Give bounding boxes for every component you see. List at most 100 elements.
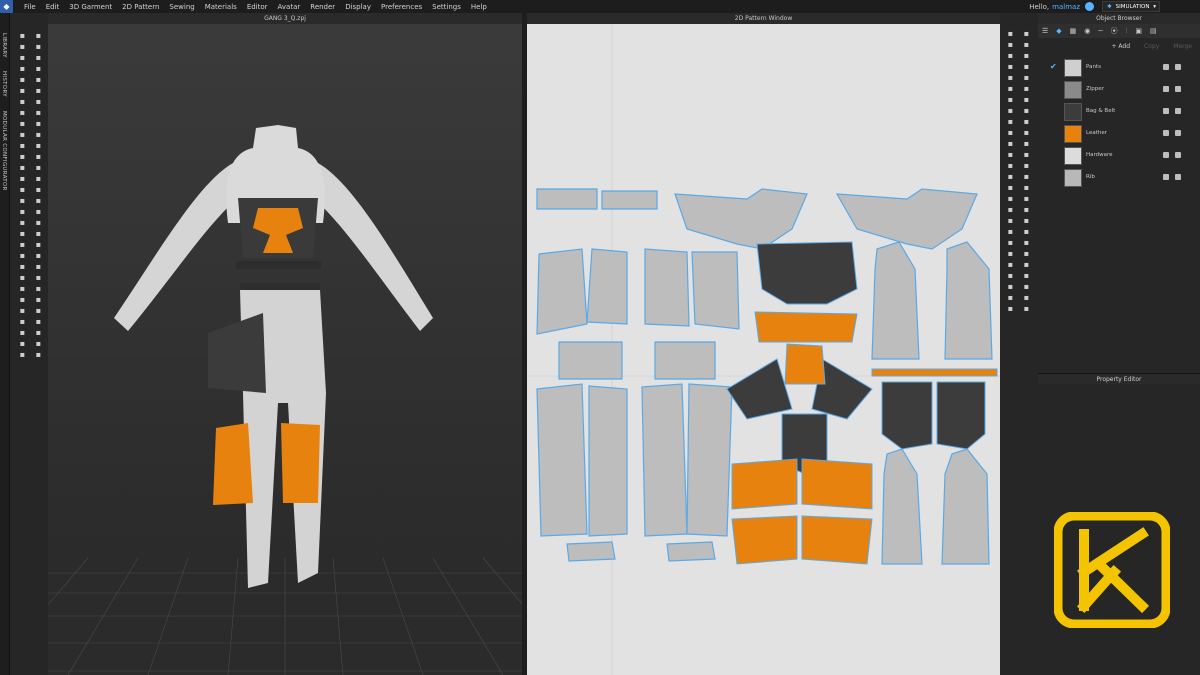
tool-icon[interactable]: ▪ xyxy=(34,284,43,293)
tool-icon[interactable]: ▪ xyxy=(1022,84,1031,93)
tool-icon[interactable]: ▪ xyxy=(34,295,43,304)
tool-icon[interactable]: ▪ xyxy=(1006,51,1015,60)
tool-icon[interactable]: ▪ xyxy=(1006,139,1015,148)
tool-icon[interactable]: ▪ xyxy=(18,42,27,51)
avatar-icon[interactable]: ▣ xyxy=(1135,27,1142,35)
tool-icon[interactable]: ▪ xyxy=(34,306,43,315)
zipper-icon[interactable]: ⫶ xyxy=(1126,27,1128,36)
tool-icon[interactable]: ▪ xyxy=(1006,249,1015,258)
tool-icon[interactable]: ▪ xyxy=(1006,271,1015,280)
tool-icon[interactable]: ▪ xyxy=(1006,260,1015,269)
tool-icon[interactable]: ▪ xyxy=(18,196,27,205)
tool-icon[interactable]: ▪ xyxy=(18,284,27,293)
tool-icon[interactable]: ▪ xyxy=(34,42,43,51)
tool-icon[interactable]: ▪ xyxy=(18,185,27,194)
tool-icon[interactable]: ▪ xyxy=(1022,205,1031,214)
tool-icon[interactable]: ▪ xyxy=(18,317,27,326)
tool-icon[interactable]: ▪ xyxy=(1022,183,1031,192)
tool-icon[interactable]: ▪ xyxy=(1006,194,1015,203)
tool-icon[interactable]: ▪ xyxy=(18,141,27,150)
tool-icon[interactable]: ▪ xyxy=(18,273,27,282)
tool-icon[interactable]: ▪ xyxy=(1006,106,1015,115)
menu-2d-pattern[interactable]: 2D Pattern xyxy=(122,3,159,11)
tool-icon[interactable]: ▪ xyxy=(1022,128,1031,137)
list-item[interactable]: Zipper xyxy=(1038,80,1200,101)
button-icon[interactable]: ◉ xyxy=(1084,27,1090,35)
tool-icon[interactable]: ▪ xyxy=(18,64,27,73)
garment-3d-render[interactable] xyxy=(48,13,522,675)
tool-icon[interactable]: ▪ xyxy=(34,328,43,337)
tool-icon[interactable]: ▪ xyxy=(1006,150,1015,159)
tool-icon[interactable]: ▪ xyxy=(34,119,43,128)
tool-icon[interactable]: ▪ xyxy=(34,339,43,348)
assign-icon[interactable] xyxy=(1163,64,1169,70)
tool-icon[interactable]: ▪ xyxy=(1006,282,1015,291)
assign-icon[interactable] xyxy=(1163,130,1169,136)
tool-icon[interactable]: ▪ xyxy=(1022,62,1031,71)
tool-icon[interactable]: ▪ xyxy=(18,119,27,128)
tool-icon[interactable]: ▪ xyxy=(1022,172,1031,181)
cloud-icon[interactable] xyxy=(1085,2,1094,11)
tool-icon[interactable]: ▪ xyxy=(18,31,27,40)
tool-icon[interactable]: ▪ xyxy=(34,207,43,216)
tool-icon[interactable]: ▪ xyxy=(1022,106,1031,115)
tool-icon[interactable]: ▪ xyxy=(1022,139,1031,148)
tool-icon[interactable]: ▪ xyxy=(18,240,27,249)
tool-icon[interactable]: ▪ xyxy=(1022,29,1031,38)
tab-modular-configurator[interactable]: MODULAR CONFIGURATOR xyxy=(1,111,7,191)
menu-help[interactable]: Help xyxy=(471,3,487,11)
tool-icon[interactable]: ▪ xyxy=(1022,304,1031,313)
tool-icon[interactable]: ▪ xyxy=(18,339,27,348)
list-item[interactable]: ✔ Pants xyxy=(1038,58,1200,79)
tool-icon[interactable]: ▪ xyxy=(1022,95,1031,104)
tool-icon[interactable]: ▪ xyxy=(18,207,27,216)
tool-icon[interactable]: ▪ xyxy=(18,75,27,84)
tool-icon[interactable]: ▪ xyxy=(1022,216,1031,225)
tool-icon[interactable]: ▪ xyxy=(1006,183,1015,192)
fabric-icon[interactable]: ◆ xyxy=(1056,27,1061,35)
tool-icon[interactable]: ▪ xyxy=(34,130,43,139)
tool-icon[interactable]: ▪ xyxy=(1022,194,1031,203)
topstitch-icon[interactable]: ─ xyxy=(1098,27,1102,35)
tab-library[interactable]: LIBRARY xyxy=(1,33,7,58)
app-logo-icon[interactable]: ◆ xyxy=(0,0,13,13)
more-icon[interactable]: ▤ xyxy=(1150,27,1157,35)
tool-icon[interactable]: ▪ xyxy=(18,130,27,139)
tool-icon[interactable]: ▪ xyxy=(1022,293,1031,302)
tool-icon[interactable]: ▪ xyxy=(18,163,27,172)
tool-icon[interactable]: ▪ xyxy=(34,174,43,183)
menu-avatar[interactable]: Avatar xyxy=(278,3,301,11)
tool-icon[interactable]: ▪ xyxy=(1022,150,1031,159)
tool-icon[interactable]: ▪ xyxy=(34,251,43,260)
tool-icon[interactable]: ▪ xyxy=(1006,205,1015,214)
tool-icon[interactable]: ▪ xyxy=(1022,271,1031,280)
tool-icon[interactable]: ▪ xyxy=(18,174,27,183)
tool-icon[interactable]: ▪ xyxy=(34,152,43,161)
tool-icon[interactable]: ▪ xyxy=(34,350,43,359)
list-item[interactable]: Rib xyxy=(1038,168,1200,189)
tool-icon[interactable]: ▪ xyxy=(1022,51,1031,60)
assign-icon[interactable] xyxy=(1163,174,1169,180)
tool-icon[interactable]: ▪ xyxy=(34,273,43,282)
tool-icon[interactable]: ▪ xyxy=(34,53,43,62)
menu-render[interactable]: Render xyxy=(310,3,335,11)
tool-icon[interactable]: ▪ xyxy=(18,152,27,161)
grid-icon[interactable]: ▦ xyxy=(1070,27,1077,35)
tool-icon[interactable]: ▪ xyxy=(18,86,27,95)
menu-3d-garment[interactable]: 3D Garment xyxy=(69,3,112,11)
menu-sewing[interactable]: Sewing xyxy=(169,3,194,11)
tool-icon[interactable]: ▪ xyxy=(34,31,43,40)
tool-icon[interactable]: ▪ xyxy=(1006,172,1015,181)
pattern-window-2d[interactable]: 2D Pattern Window xyxy=(527,13,1000,675)
menu-display[interactable]: Display xyxy=(345,3,371,11)
tool-icon[interactable]: ▪ xyxy=(34,97,43,106)
tool-icon[interactable]: ▪ xyxy=(18,350,27,359)
tool-icon[interactable]: ▪ xyxy=(1006,238,1015,247)
tool-icon[interactable]: ▪ xyxy=(1022,117,1031,126)
tool-icon[interactable]: ▪ xyxy=(1006,293,1015,302)
tool-icon[interactable]: ▪ xyxy=(1006,29,1015,38)
tool-icon[interactable]: ▪ xyxy=(1006,227,1015,236)
tool-icon[interactable]: ▪ xyxy=(34,218,43,227)
tool-icon[interactable]: ▪ xyxy=(18,229,27,238)
menu-preferences[interactable]: Preferences xyxy=(381,3,422,11)
